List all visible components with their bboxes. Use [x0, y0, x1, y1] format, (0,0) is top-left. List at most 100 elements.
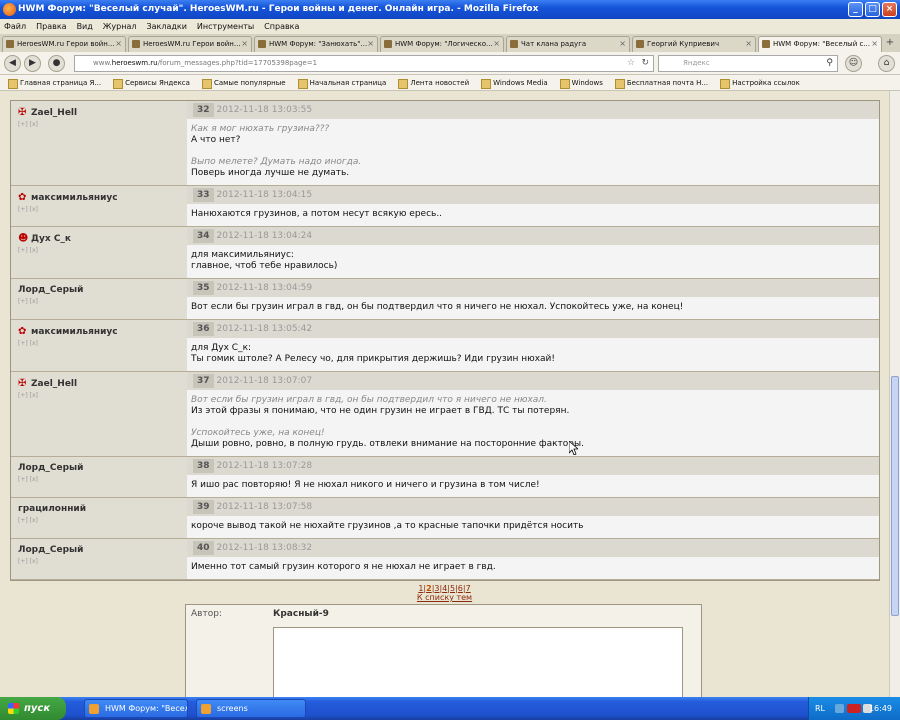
author-links[interactable]: [+] [x] — [18, 517, 187, 524]
url-bar[interactable]: www.heroeswm.ru/forum_messages.php?tid=1… — [74, 55, 654, 72]
page-scrollbar[interactable] — [889, 91, 900, 697]
browser-tab[interactable]: Чат клана радуга × — [506, 36, 630, 52]
reload-icon[interactable]: ↻ — [641, 56, 649, 71]
author-name[interactable]: максимильяниус — [31, 327, 118, 337]
browser-tab[interactable]: HeroesWM.ru Герои войн... × — [2, 36, 126, 52]
menu-item[interactable]: Справка — [264, 19, 299, 34]
smiley-icon[interactable]: ☺ — [845, 55, 862, 72]
author-name[interactable]: грацилонний — [18, 504, 86, 514]
menu-item[interactable]: Правка — [36, 19, 66, 34]
tab-close-icon[interactable]: × — [871, 37, 878, 51]
browser-tab[interactable]: HWM Форум: "Занюхать"... × — [254, 36, 378, 52]
bookmark-item[interactable]: Самые популярные — [201, 75, 286, 90]
close-button[interactable]: × — [882, 2, 897, 17]
post-number[interactable]: 34 — [193, 229, 214, 243]
system-tray: RL 16:49 — [808, 697, 900, 720]
post-number[interactable]: 35 — [193, 281, 214, 295]
browser-tab[interactable]: Георгий Куприевич × — [632, 36, 756, 52]
start-button[interactable]: пуск — [0, 697, 66, 720]
post-number[interactable]: 36 — [193, 322, 214, 336]
menu-item[interactable]: Журнал — [103, 19, 137, 34]
bookmark-item[interactable]: Бесплатная почта Н... — [614, 75, 708, 90]
taskbar-firefox[interactable]: HWM Форум: "Весел... — [84, 699, 188, 718]
author-nick[interactable]: ✠ Zael_Hell — [18, 378, 187, 389]
author-links[interactable]: [+] [x] — [18, 121, 187, 128]
post-number[interactable]: 37 — [193, 374, 214, 388]
post-header: 34 2012-11-18 13:04:24 — [187, 227, 879, 245]
bookmark-item[interactable]: Лента новостей — [398, 75, 469, 90]
tab-close-icon[interactable]: × — [493, 37, 500, 51]
leaf-badge-icon: ✿ — [18, 192, 27, 203]
tab-close-icon[interactable]: × — [241, 37, 248, 51]
browser-tab[interactable]: HWM Форум: "Логическо... × — [380, 36, 504, 52]
page-link[interactable]: 7 — [466, 584, 471, 593]
tray-app-icon[interactable] — [847, 704, 861, 713]
url-prefix: www. — [93, 59, 112, 67]
post-number[interactable]: 38 — [193, 459, 214, 473]
back-button[interactable]: ◀ — [4, 55, 21, 72]
tab-close-icon[interactable]: × — [619, 37, 626, 51]
author-name[interactable]: Zael_Hell — [31, 108, 77, 118]
tab-close-icon[interactable]: × — [115, 37, 122, 51]
author-nick[interactable]: ✿ максимильяниус — [18, 326, 187, 337]
post-text: короче вывод такой не нюхайте грузинов ,… — [187, 516, 879, 538]
tab-bar: HeroesWM.ru Герои войн... × HeroesWM.ru Ге… — [0, 34, 900, 52]
home-icon[interactable]: ⌂ — [878, 55, 895, 72]
author-nick[interactable]: ✿ максимильяниус — [18, 192, 187, 203]
author-links[interactable]: [+] [x] — [18, 247, 187, 254]
bookmark-item[interactable]: Windows Media — [481, 75, 548, 90]
cross-badge-icon: ✠ — [18, 378, 27, 389]
bookmark-item[interactable]: Главная страница Я... — [8, 75, 101, 90]
author-links[interactable]: [+] [x] — [18, 558, 187, 565]
author-links[interactable]: [+] [x] — [18, 340, 187, 347]
menu-item[interactable]: Инструменты — [197, 19, 254, 34]
post-author: Лорд_Серый [+] [x] — [11, 539, 187, 579]
post-number[interactable]: 40 — [193, 541, 214, 555]
forum-post: Лорд_Серый [+] [x] 38 2012-11-18 13:07:28 Я … — [11, 457, 879, 498]
scrollbar-thumb[interactable] — [891, 376, 899, 616]
author-nick[interactable]: Лорд_Серый — [18, 545, 187, 555]
author-nick[interactable]: Лорд_Серый — [18, 285, 187, 295]
author-name[interactable]: Zael_Hell — [31, 379, 77, 389]
menu-item[interactable]: Файл — [4, 19, 26, 34]
search-box[interactable]: Яндекс ⚲ — [658, 55, 838, 72]
tab-close-icon[interactable]: × — [367, 37, 374, 51]
author-name[interactable]: Дух С_к — [31, 234, 71, 244]
author-name[interactable]: Лорд_Серый — [18, 285, 83, 295]
search-icon[interactable]: ⚲ — [826, 56, 833, 71]
bookmark-item[interactable]: Сервисы Яндекса — [113, 75, 190, 90]
author-name[interactable]: Лорд_Серый — [18, 545, 83, 555]
author-links[interactable]: [+] [x] — [18, 206, 187, 213]
new-tab-button[interactable]: + — [884, 36, 896, 52]
menu-item[interactable]: Вид — [77, 19, 93, 34]
bookmark-item[interactable]: Настройка ссылок — [720, 75, 800, 90]
author-nick[interactable]: ☻ Дух С_к — [18, 233, 187, 244]
language-indicator[interactable]: RL — [815, 697, 825, 720]
back-to-topics-link[interactable]: К списку тем — [0, 593, 889, 602]
tab-close-icon[interactable]: × — [745, 37, 752, 51]
author-name[interactable]: Лорд_Серый — [18, 463, 83, 473]
network-icon[interactable] — [835, 704, 844, 713]
author-nick[interactable]: Лорд_Серый — [18, 463, 187, 473]
home-button-left[interactable]: ● — [48, 55, 65, 72]
reply-textarea[interactable] — [273, 627, 683, 697]
bookmark-item[interactable]: Windows — [559, 75, 603, 90]
author-nick[interactable]: грацилонний — [18, 504, 187, 514]
taskbar-screens[interactable]: screens — [196, 699, 306, 718]
author-name[interactable]: максимильяниус — [31, 193, 118, 203]
forward-button[interactable]: ▶ — [24, 55, 41, 72]
author-links[interactable]: [+] [x] — [18, 476, 187, 483]
bookmark-item[interactable]: Начальная страница — [297, 75, 386, 90]
post-number[interactable]: 32 — [193, 103, 214, 117]
minimize-button[interactable]: _ — [848, 2, 863, 17]
author-nick[interactable]: ✠ Zael_Hell — [18, 107, 187, 118]
browser-tab[interactable]: HeroesWM.ru Герои войн... × — [128, 36, 252, 52]
browser-tab[interactable]: HWM Форум: "Веселый с... × — [758, 36, 882, 52]
author-links[interactable]: [+] [x] — [18, 298, 187, 305]
maximize-button[interactable]: □ — [865, 2, 880, 17]
menu-item[interactable]: Закладки — [146, 19, 186, 34]
post-number[interactable]: 33 — [193, 188, 214, 202]
post-number[interactable]: 39 — [193, 500, 214, 514]
author-links[interactable]: [+] [x] — [18, 392, 187, 399]
bookmark-star-icon[interactable]: ☆ — [627, 56, 635, 71]
